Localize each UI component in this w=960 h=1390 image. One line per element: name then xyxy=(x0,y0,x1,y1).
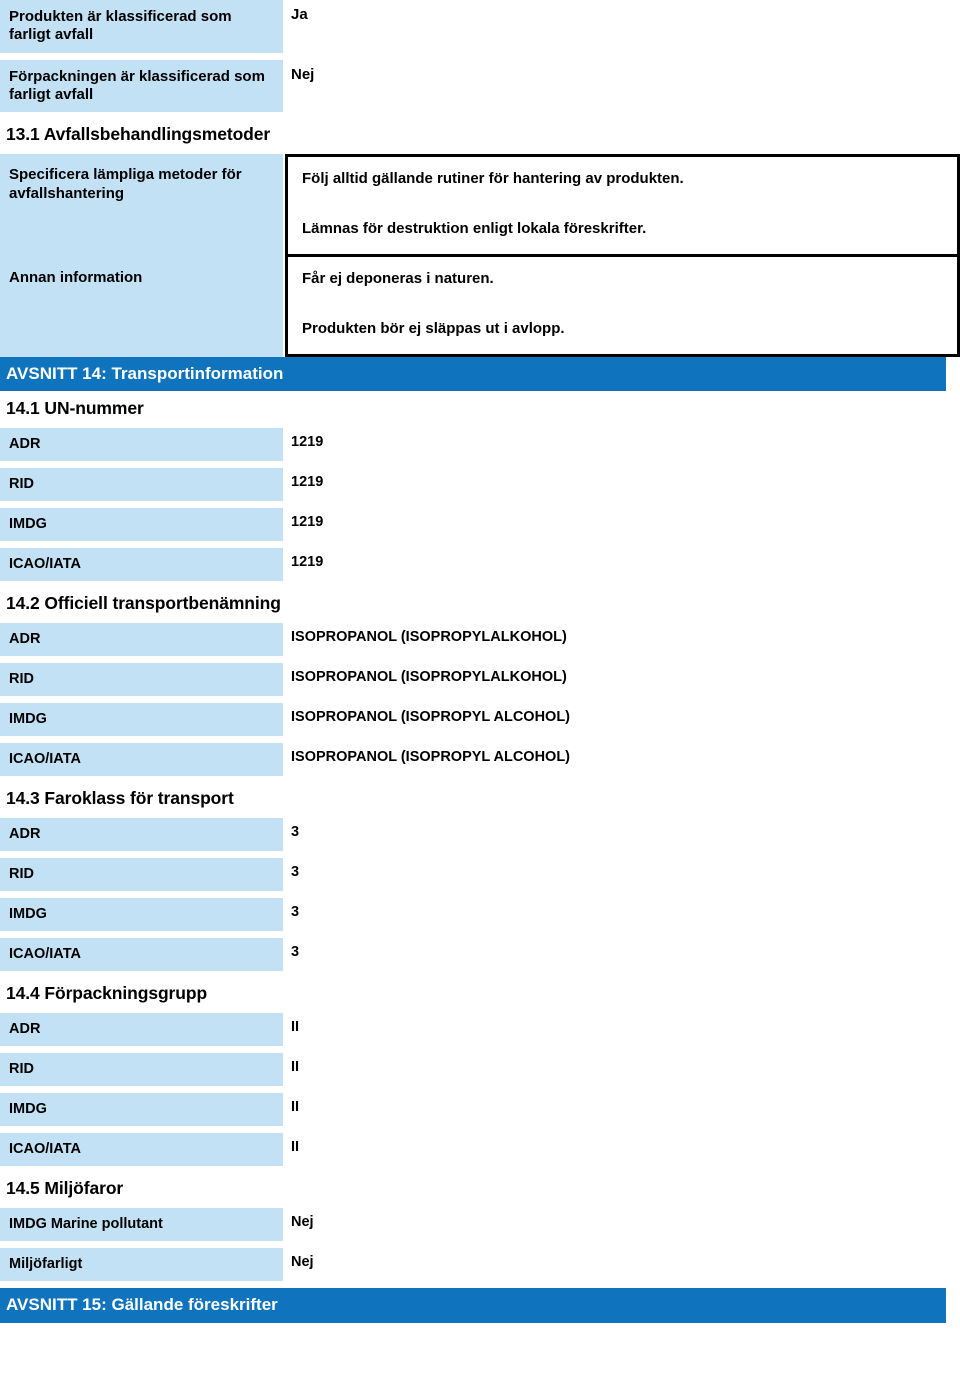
un-number-table: ADR 1219 RID 1219 IMDG 1219 ICAO/IATA 12… xyxy=(0,428,960,582)
row-label: RID xyxy=(0,858,283,892)
row-label: IMDG Marine pollutant xyxy=(0,1208,283,1242)
subsection-heading-14-5: 14.5 Miljöfaror xyxy=(6,1178,124,1199)
row-label: IMDG xyxy=(0,898,283,932)
row-value: Ja xyxy=(291,6,308,23)
row-label: ICAO/IATA xyxy=(0,743,283,777)
subsection-heading-14-2: 14.2 Officiell transportbenämning xyxy=(6,593,281,614)
table-row: IMDG Marine pollutant Nej xyxy=(0,1208,960,1242)
paragraph: Produkten bör ej släppas ut i avlopp. xyxy=(302,319,565,337)
row-value: Nej xyxy=(291,65,315,83)
row-label: ADR xyxy=(0,818,283,852)
table-row: ADR 3 xyxy=(0,818,960,852)
table-row: ADR II xyxy=(0,1013,960,1047)
row-value: II xyxy=(291,1099,300,1116)
row-label: RID xyxy=(0,1053,283,1087)
row-value: II xyxy=(291,1139,300,1156)
packing-group-table: ADR II RID II IMDG II ICAO/IATA II xyxy=(0,1013,960,1167)
table-row: IMDG 1219 xyxy=(0,508,960,542)
row-label: ICAO/IATA xyxy=(0,938,283,972)
row-value: 1219 xyxy=(291,554,324,571)
row-value: 1219 xyxy=(291,434,324,451)
table-row: RID ISOPROPANOL (ISOPROPYLALKOHOL) xyxy=(0,663,960,697)
row-label: ADR xyxy=(0,1013,283,1047)
table-row: Annan information Får ej deponeras i nat… xyxy=(0,257,960,358)
table-row: ADR ISOPROPANOL (ISOPROPYLALKOHOL) xyxy=(0,623,960,657)
proper-shipping-name-table: ADR ISOPROPANOL (ISOPROPYLALKOHOL) RID I… xyxy=(0,623,960,777)
subsection-heading-14-4: 14.4 Förpackningsgrupp xyxy=(6,983,208,1004)
table-row: RID 1219 xyxy=(0,468,960,502)
row-label: Produkten är klassificerad som farligt a… xyxy=(0,0,283,53)
table-row: Specificera lämpliga metoder för avfalls… xyxy=(0,154,960,258)
row-label: RID xyxy=(0,468,283,502)
row-value: II xyxy=(291,1059,300,1076)
row-label: RID xyxy=(0,663,283,697)
table-row: IMDG II xyxy=(0,1093,960,1127)
table-row: ICAO/IATA II xyxy=(0,1133,960,1167)
row-value: 3 xyxy=(291,824,300,841)
table-row: Miljöfarligt Nej xyxy=(0,1248,960,1282)
waste-classification-table: Produkten är klassificerad som farligt a… xyxy=(0,0,960,113)
table-row: ICAO/IATA 1219 xyxy=(0,548,960,582)
row-value: Nej xyxy=(291,1254,314,1271)
row-label: Förpackningen är klassificerad som farli… xyxy=(0,59,283,113)
row-value: 3 xyxy=(291,864,300,881)
subsection-heading-13-1: 13.1 Avfallsbehandlingsmetoder xyxy=(6,124,271,145)
paragraph: Får ej deponeras i naturen. xyxy=(302,270,494,288)
row-label: ICAO/IATA xyxy=(0,548,283,582)
row-value: Nej xyxy=(291,1214,314,1231)
row-value: 3 xyxy=(291,944,300,961)
row-value: ISOPROPANOL (ISOPROPYLALKOHOL) xyxy=(291,669,567,686)
row-label: Annan information xyxy=(0,257,283,358)
table-row: ICAO/IATA ISOPROPANOL (ISOPROPYL ALCOHOL… xyxy=(0,743,960,777)
row-label: ADR xyxy=(0,428,283,462)
table-row: Förpackningen är klassificerad som farli… xyxy=(0,59,960,113)
environmental-hazards-table: IMDG Marine pollutant Nej Miljöfarligt N… xyxy=(0,1208,960,1282)
row-label: Miljöfarligt xyxy=(0,1248,283,1282)
row-label: IMDG xyxy=(0,1093,283,1127)
row-value: ISOPROPANOL (ISOPROPYLALKOHOL) xyxy=(291,629,567,646)
table-row: RID 3 xyxy=(0,858,960,892)
table-row: Produkten är klassificerad som farligt a… xyxy=(0,0,960,53)
transport-hazard-class-table: ADR 3 RID 3 IMDG 3 ICAO/IATA 3 xyxy=(0,818,960,972)
table-row: RID II xyxy=(0,1053,960,1087)
row-label: IMDG xyxy=(0,703,283,737)
table-row: IMDG 3 xyxy=(0,898,960,932)
table-row: ICAO/IATA 3 xyxy=(0,938,960,972)
table-row: ADR 1219 xyxy=(0,428,960,462)
waste-methods-table: Specificera lämpliga metoder för avfalls… xyxy=(0,154,960,358)
row-value: ISOPROPANOL (ISOPROPYL ALCOHOL) xyxy=(291,749,571,766)
row-value: 3 xyxy=(291,904,300,921)
paragraph: Lämnas för destruktion enligt lokala för… xyxy=(302,219,647,237)
paragraph: Följ alltid gällande rutiner för hanteri… xyxy=(302,170,684,188)
row-value: II xyxy=(291,1019,300,1036)
section-banner-15: AVSNITT 15: Gällande föreskrifter xyxy=(0,1288,946,1323)
sds-page: Produkten är klassificerad som farligt a… xyxy=(0,0,960,1390)
row-value: Får ej deponeras i naturen. Produkten bö… xyxy=(285,257,960,358)
row-label: ICAO/IATA xyxy=(0,1133,283,1167)
row-label: IMDG xyxy=(0,508,283,542)
row-value: ISOPROPANOL (ISOPROPYL ALCOHOL) xyxy=(291,709,571,726)
section-banner-14: AVSNITT 14: Transportinformation xyxy=(0,357,946,392)
row-value: Följ alltid gällande rutiner för hanteri… xyxy=(285,154,960,258)
row-value: 1219 xyxy=(291,474,324,491)
subsection-heading-14-1: 14.1 UN-nummer xyxy=(6,398,144,419)
row-label: Specificera lämpliga metoder för avfalls… xyxy=(0,154,283,258)
row-label: ADR xyxy=(0,623,283,657)
subsection-heading-14-3: 14.3 Faroklass för transport xyxy=(6,788,234,809)
table-row: IMDG ISOPROPANOL (ISOPROPYL ALCOHOL) xyxy=(0,703,960,737)
row-value: 1219 xyxy=(291,514,324,531)
